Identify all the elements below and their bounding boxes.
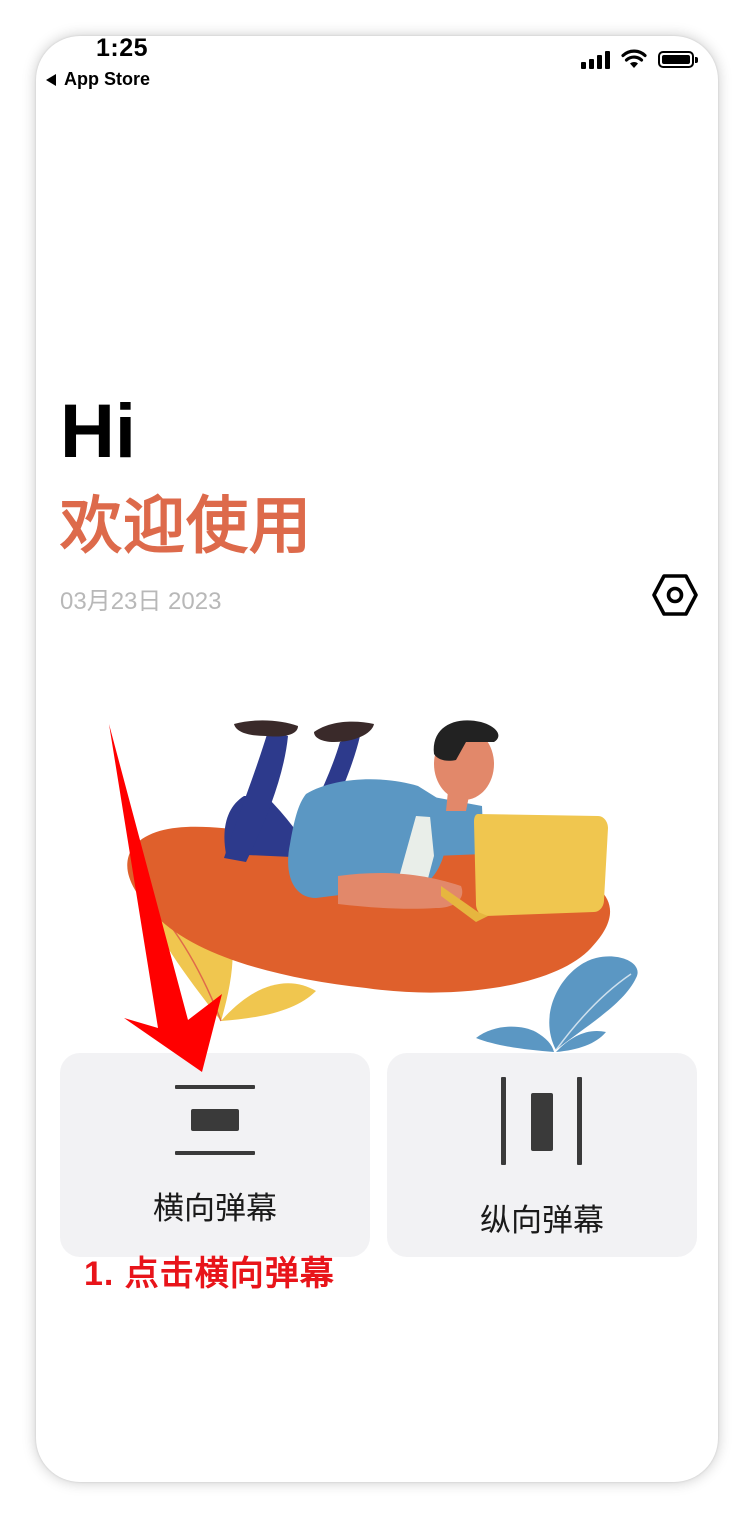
person-lying-with-laptop-illustration [127, 720, 638, 1052]
horizontal-danmaku-card[interactable]: 横向弹幕 [60, 1053, 370, 1257]
hexagon-settings-icon[interactable] [652, 572, 698, 618]
wifi-icon [621, 49, 647, 68]
vertical-danmaku-icon [501, 1077, 582, 1165]
vertical-danmaku-label: 纵向弹幕 [480, 1203, 604, 1238]
horizontal-danmaku-icon [175, 1085, 255, 1155]
vertical-danmaku-card[interactable]: 纵向弹幕 [387, 1053, 697, 1257]
date-label: 03月23日 2023 [60, 588, 222, 615]
status-icons [581, 49, 698, 69]
greeting-hi: Hi [60, 389, 136, 474]
back-label: App Store [64, 69, 151, 89]
horizontal-danmaku-label: 横向弹幕 [153, 1191, 277, 1226]
back-arrow-icon [46, 73, 56, 86]
instruction-annotation: 1. 点击横向弹幕 [84, 1255, 335, 1293]
welcome-title: 欢迎使用 [60, 492, 313, 561]
battery-icon [658, 50, 698, 68]
back-to-app-store[interactable]: App Store [46, 69, 150, 90]
cellular-signal-icon [581, 49, 610, 69]
status-time: 1:25 [96, 36, 149, 62]
